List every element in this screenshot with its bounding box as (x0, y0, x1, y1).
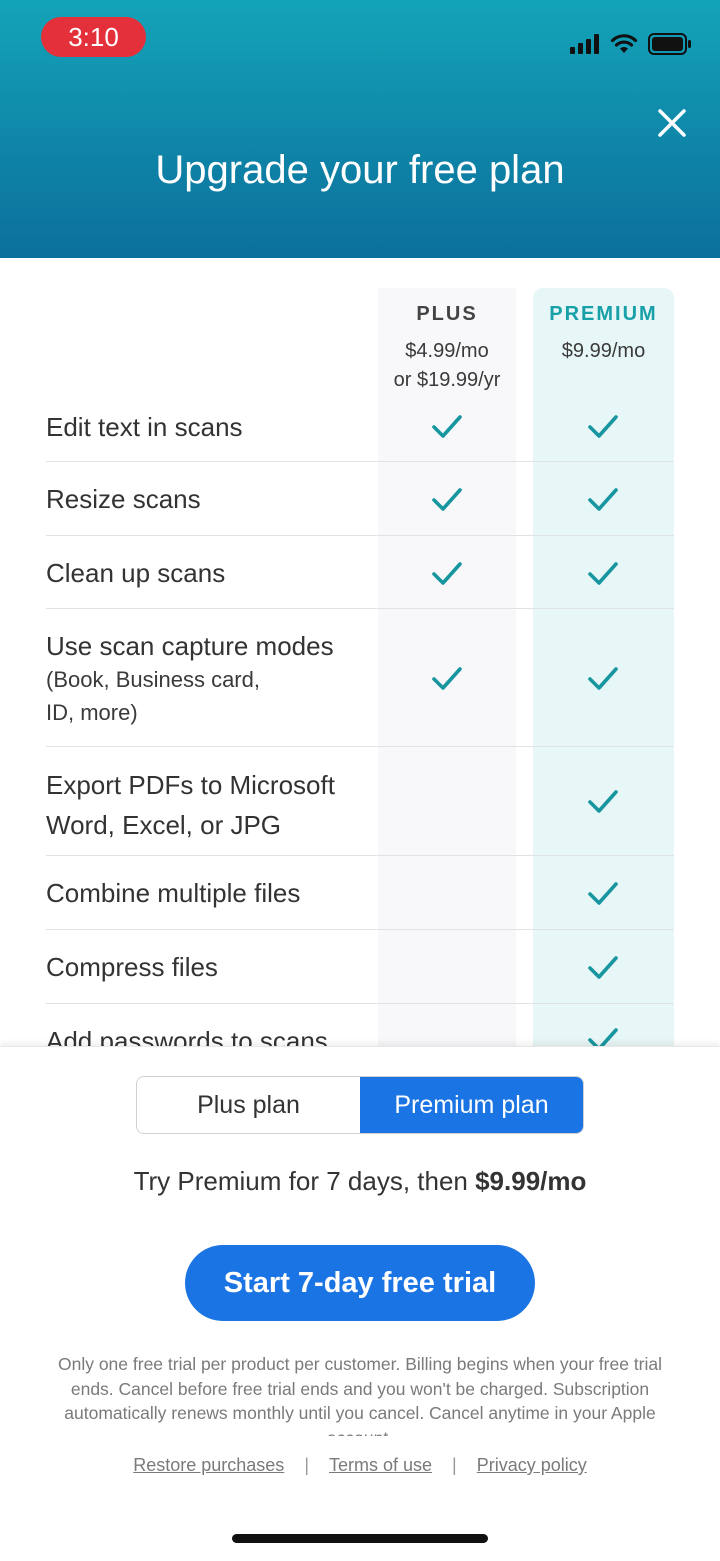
feature-subtitle-line2: ID, more) (46, 700, 138, 725)
feature-label: Clean up scans (46, 558, 226, 588)
premium-plan-name: PREMIUM (549, 303, 658, 325)
plus-plan-price: $4.99/mo or $19.99/yr (378, 337, 516, 395)
feature-row: Combine multiple files (46, 856, 674, 930)
feature-title: Use scan capture modes (46, 631, 334, 661)
terms-of-use-link[interactable]: Terms of use (329, 1455, 432, 1476)
check-icon (588, 956, 618, 979)
wifi-icon (610, 34, 638, 53)
feature-row: Resize scans (46, 462, 674, 536)
check-icon (588, 790, 618, 813)
plus-plan-header: PLUS $4.99/mo or $19.99/yr (378, 303, 516, 395)
billing-disclaimer: Only one free trial per product per cust… (57, 1354, 663, 1436)
footer-separator: | (452, 1455, 457, 1475)
check-icon (432, 667, 462, 690)
plus-plan-name: PLUS (416, 303, 478, 325)
check-icon (588, 415, 618, 438)
feature-label: Edit text in scans (46, 412, 243, 442)
close-button[interactable] (650, 101, 694, 145)
start-trial-button[interactable]: Start 7-day free trial (185, 1245, 535, 1321)
feature-label: Export PDFs to Microsoft Word, Excel, or… (46, 765, 335, 845)
feature-row: Clean up scans (46, 536, 674, 609)
battery-icon (648, 33, 691, 55)
home-indicator (232, 1534, 488, 1543)
feature-title-line2: Word, Excel, or JPG (46, 810, 282, 840)
check-icon (588, 667, 618, 690)
feature-row: Edit text in scans (46, 390, 674, 462)
plan-toggle: Plus plan Premium plan (136, 1076, 584, 1134)
trial-summary: Try Premium for 7 days, then $9.99/mo (0, 1166, 720, 1197)
premium-plan-option[interactable]: Premium plan (360, 1077, 583, 1133)
check-icon (588, 562, 618, 585)
plus-price-yearly: or $19.99/yr (393, 369, 501, 391)
premium-plan-header: PREMIUM $9.99/mo (533, 303, 674, 366)
premium-plan-price: $9.99/mo (561, 340, 646, 362)
footer-links: Restore purchases | Terms of use | Priva… (0, 1455, 720, 1476)
check-icon (588, 882, 618, 905)
check-icon (432, 562, 462, 585)
page-title: Upgrade your free plan (155, 148, 565, 192)
feature-row: Use scan capture modes (Book, Business c… (46, 609, 674, 747)
check-icon (588, 488, 618, 511)
plus-price-monthly: $4.99/mo (405, 340, 489, 362)
close-icon (658, 109, 686, 137)
restore-purchases-link[interactable]: Restore purchases (133, 1455, 284, 1476)
plus-plan-option[interactable]: Plus plan (137, 1077, 360, 1133)
feature-label: Combine multiple files (46, 878, 301, 908)
feature-row: Export PDFs to Microsoft Word, Excel, or… (46, 747, 674, 856)
header: 3:10 Upgrade your free plan (0, 0, 720, 258)
signal-icon (570, 34, 599, 54)
feature-label: Use scan capture modes (Book, Business c… (46, 629, 334, 729)
status-icons (570, 28, 692, 60)
footer-separator: | (304, 1455, 309, 1475)
status-time: 3:10 (41, 17, 146, 57)
privacy-policy-link[interactable]: Privacy policy (477, 1455, 587, 1476)
feature-label: Resize scans (46, 484, 201, 514)
feature-row: Compress files (46, 930, 674, 1004)
trial-price: $9.99/mo (475, 1166, 587, 1196)
feature-label: Compress files (46, 952, 218, 982)
trial-text: Try Premium for 7 days, then (133, 1166, 476, 1196)
feature-subtitle-line1: (Book, Business card, (46, 667, 260, 692)
check-icon (432, 415, 462, 438)
check-icon (432, 488, 462, 511)
feature-title-line1: Export PDFs to Microsoft (46, 770, 335, 800)
